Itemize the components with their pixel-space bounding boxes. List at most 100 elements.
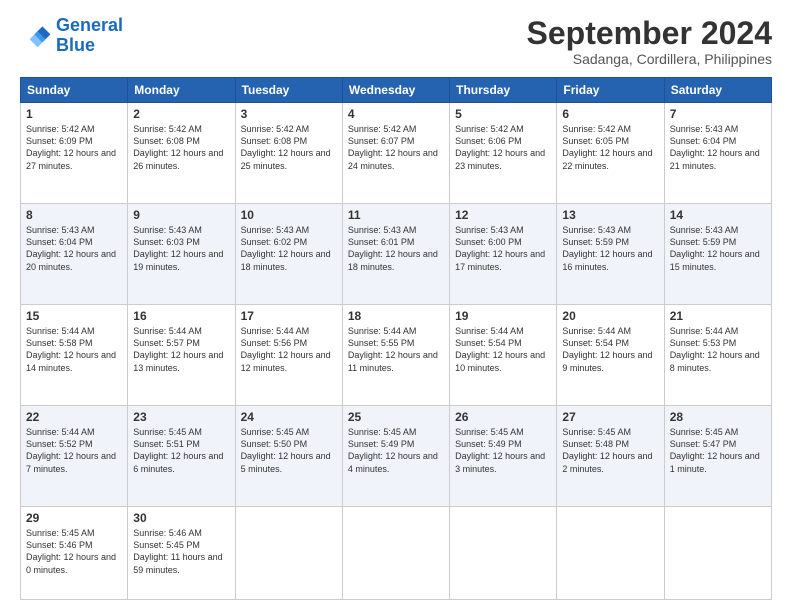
cell-info: Sunrise: 5:42 AM Sunset: 6:05 PM Dayligh… (562, 123, 658, 172)
cell-info: Sunrise: 5:45 AM Sunset: 5:47 PM Dayligh… (670, 426, 766, 475)
calendar-cell: 17 Sunrise: 5:44 AM Sunset: 5:56 PM Dayl… (235, 305, 342, 406)
col-wednesday: Wednesday (342, 78, 449, 103)
day-number: 13 (562, 208, 658, 222)
day-number: 21 (670, 309, 766, 323)
calendar-cell: 16 Sunrise: 5:44 AM Sunset: 5:57 PM Dayl… (128, 305, 235, 406)
calendar-cell: 11 Sunrise: 5:43 AM Sunset: 6:01 PM Dayl… (342, 204, 449, 305)
calendar-cell: 14 Sunrise: 5:43 AM Sunset: 5:59 PM Dayl… (664, 204, 771, 305)
header: General Blue September 2024 Sadanga, Cor… (20, 16, 772, 67)
day-number: 29 (26, 511, 122, 525)
cell-info: Sunrise: 5:44 AM Sunset: 5:57 PM Dayligh… (133, 325, 229, 374)
day-number: 19 (455, 309, 551, 323)
calendar-cell: 10 Sunrise: 5:43 AM Sunset: 6:02 PM Dayl… (235, 204, 342, 305)
logo-line1: General (56, 15, 123, 35)
cell-info: Sunrise: 5:43 AM Sunset: 5:59 PM Dayligh… (562, 224, 658, 273)
day-number: 18 (348, 309, 444, 323)
day-number: 14 (670, 208, 766, 222)
cell-info: Sunrise: 5:43 AM Sunset: 6:04 PM Dayligh… (670, 123, 766, 172)
cell-info: Sunrise: 5:44 AM Sunset: 5:52 PM Dayligh… (26, 426, 122, 475)
calendar-cell (342, 507, 449, 600)
logo-text: General Blue (56, 16, 123, 56)
calendar-cell: 20 Sunrise: 5:44 AM Sunset: 5:54 PM Dayl… (557, 305, 664, 406)
cell-info: Sunrise: 5:44 AM Sunset: 5:54 PM Dayligh… (455, 325, 551, 374)
calendar-cell: 5 Sunrise: 5:42 AM Sunset: 6:06 PM Dayli… (450, 103, 557, 204)
day-number: 26 (455, 410, 551, 424)
col-sunday: Sunday (21, 78, 128, 103)
logo: General Blue (20, 16, 123, 56)
logo-icon (20, 20, 52, 52)
day-number: 10 (241, 208, 337, 222)
day-number: 6 (562, 107, 658, 121)
day-number: 9 (133, 208, 229, 222)
day-number: 20 (562, 309, 658, 323)
calendar-cell: 28 Sunrise: 5:45 AM Sunset: 5:47 PM Dayl… (664, 406, 771, 507)
location: Sadanga, Cordillera, Philippines (527, 51, 772, 67)
calendar-cell: 13 Sunrise: 5:43 AM Sunset: 5:59 PM Dayl… (557, 204, 664, 305)
cell-info: Sunrise: 5:42 AM Sunset: 6:08 PM Dayligh… (241, 123, 337, 172)
calendar-week-2: 8 Sunrise: 5:43 AM Sunset: 6:04 PM Dayli… (21, 204, 772, 305)
calendar-week-1: 1 Sunrise: 5:42 AM Sunset: 6:09 PM Dayli… (21, 103, 772, 204)
calendar-cell: 2 Sunrise: 5:42 AM Sunset: 6:08 PM Dayli… (128, 103, 235, 204)
calendar-body: 1 Sunrise: 5:42 AM Sunset: 6:09 PM Dayli… (21, 103, 772, 600)
cell-info: Sunrise: 5:42 AM Sunset: 6:06 PM Dayligh… (455, 123, 551, 172)
day-number: 8 (26, 208, 122, 222)
cell-info: Sunrise: 5:46 AM Sunset: 5:45 PM Dayligh… (133, 527, 229, 576)
col-thursday: Thursday (450, 78, 557, 103)
cell-info: Sunrise: 5:43 AM Sunset: 6:00 PM Dayligh… (455, 224, 551, 273)
calendar-cell: 25 Sunrise: 5:45 AM Sunset: 5:49 PM Dayl… (342, 406, 449, 507)
col-friday: Friday (557, 78, 664, 103)
calendar-cell: 8 Sunrise: 5:43 AM Sunset: 6:04 PM Dayli… (21, 204, 128, 305)
calendar-cell (664, 507, 771, 600)
cell-info: Sunrise: 5:44 AM Sunset: 5:56 PM Dayligh… (241, 325, 337, 374)
calendar-cell: 7 Sunrise: 5:43 AM Sunset: 6:04 PM Dayli… (664, 103, 771, 204)
calendar-cell: 6 Sunrise: 5:42 AM Sunset: 6:05 PM Dayli… (557, 103, 664, 204)
day-number: 11 (348, 208, 444, 222)
calendar-cell: 1 Sunrise: 5:42 AM Sunset: 6:09 PM Dayli… (21, 103, 128, 204)
calendar-cell: 23 Sunrise: 5:45 AM Sunset: 5:51 PM Dayl… (128, 406, 235, 507)
day-number: 4 (348, 107, 444, 121)
month-title: September 2024 (527, 16, 772, 51)
calendar-cell: 21 Sunrise: 5:44 AM Sunset: 5:53 PM Dayl… (664, 305, 771, 406)
day-number: 16 (133, 309, 229, 323)
cell-info: Sunrise: 5:43 AM Sunset: 6:04 PM Dayligh… (26, 224, 122, 273)
day-number: 17 (241, 309, 337, 323)
day-number: 1 (26, 107, 122, 121)
title-block: September 2024 Sadanga, Cordillera, Phil… (527, 16, 772, 67)
cell-info: Sunrise: 5:43 AM Sunset: 6:02 PM Dayligh… (241, 224, 337, 273)
day-number: 24 (241, 410, 337, 424)
cell-info: Sunrise: 5:42 AM Sunset: 6:08 PM Dayligh… (133, 123, 229, 172)
day-number: 27 (562, 410, 658, 424)
cell-info: Sunrise: 5:44 AM Sunset: 5:58 PM Dayligh… (26, 325, 122, 374)
calendar-cell: 18 Sunrise: 5:44 AM Sunset: 5:55 PM Dayl… (342, 305, 449, 406)
calendar-cell: 4 Sunrise: 5:42 AM Sunset: 6:07 PM Dayli… (342, 103, 449, 204)
cell-info: Sunrise: 5:43 AM Sunset: 6:01 PM Dayligh… (348, 224, 444, 273)
cell-info: Sunrise: 5:45 AM Sunset: 5:50 PM Dayligh… (241, 426, 337, 475)
day-number: 7 (670, 107, 766, 121)
header-row: Sunday Monday Tuesday Wednesday Thursday… (21, 78, 772, 103)
page: General Blue September 2024 Sadanga, Cor… (0, 0, 792, 612)
calendar-week-5: 29 Sunrise: 5:45 AM Sunset: 5:46 PM Dayl… (21, 507, 772, 600)
calendar-table: Sunday Monday Tuesday Wednesday Thursday… (20, 77, 772, 600)
cell-info: Sunrise: 5:44 AM Sunset: 5:55 PM Dayligh… (348, 325, 444, 374)
calendar-cell: 9 Sunrise: 5:43 AM Sunset: 6:03 PM Dayli… (128, 204, 235, 305)
cell-info: Sunrise: 5:42 AM Sunset: 6:07 PM Dayligh… (348, 123, 444, 172)
day-number: 28 (670, 410, 766, 424)
calendar-cell: 26 Sunrise: 5:45 AM Sunset: 5:49 PM Dayl… (450, 406, 557, 507)
calendar-cell: 22 Sunrise: 5:44 AM Sunset: 5:52 PM Dayl… (21, 406, 128, 507)
calendar-cell: 12 Sunrise: 5:43 AM Sunset: 6:00 PM Dayl… (450, 204, 557, 305)
cell-info: Sunrise: 5:45 AM Sunset: 5:49 PM Dayligh… (455, 426, 551, 475)
day-number: 3 (241, 107, 337, 121)
cell-info: Sunrise: 5:43 AM Sunset: 6:03 PM Dayligh… (133, 224, 229, 273)
day-number: 22 (26, 410, 122, 424)
calendar-week-3: 15 Sunrise: 5:44 AM Sunset: 5:58 PM Dayl… (21, 305, 772, 406)
cell-info: Sunrise: 5:44 AM Sunset: 5:53 PM Dayligh… (670, 325, 766, 374)
day-number: 23 (133, 410, 229, 424)
day-number: 15 (26, 309, 122, 323)
logo-line2: Blue (56, 35, 95, 55)
day-number: 25 (348, 410, 444, 424)
col-monday: Monday (128, 78, 235, 103)
day-number: 30 (133, 511, 229, 525)
cell-info: Sunrise: 5:45 AM Sunset: 5:51 PM Dayligh… (133, 426, 229, 475)
calendar-cell: 24 Sunrise: 5:45 AM Sunset: 5:50 PM Dayl… (235, 406, 342, 507)
cell-info: Sunrise: 5:45 AM Sunset: 5:46 PM Dayligh… (26, 527, 122, 576)
